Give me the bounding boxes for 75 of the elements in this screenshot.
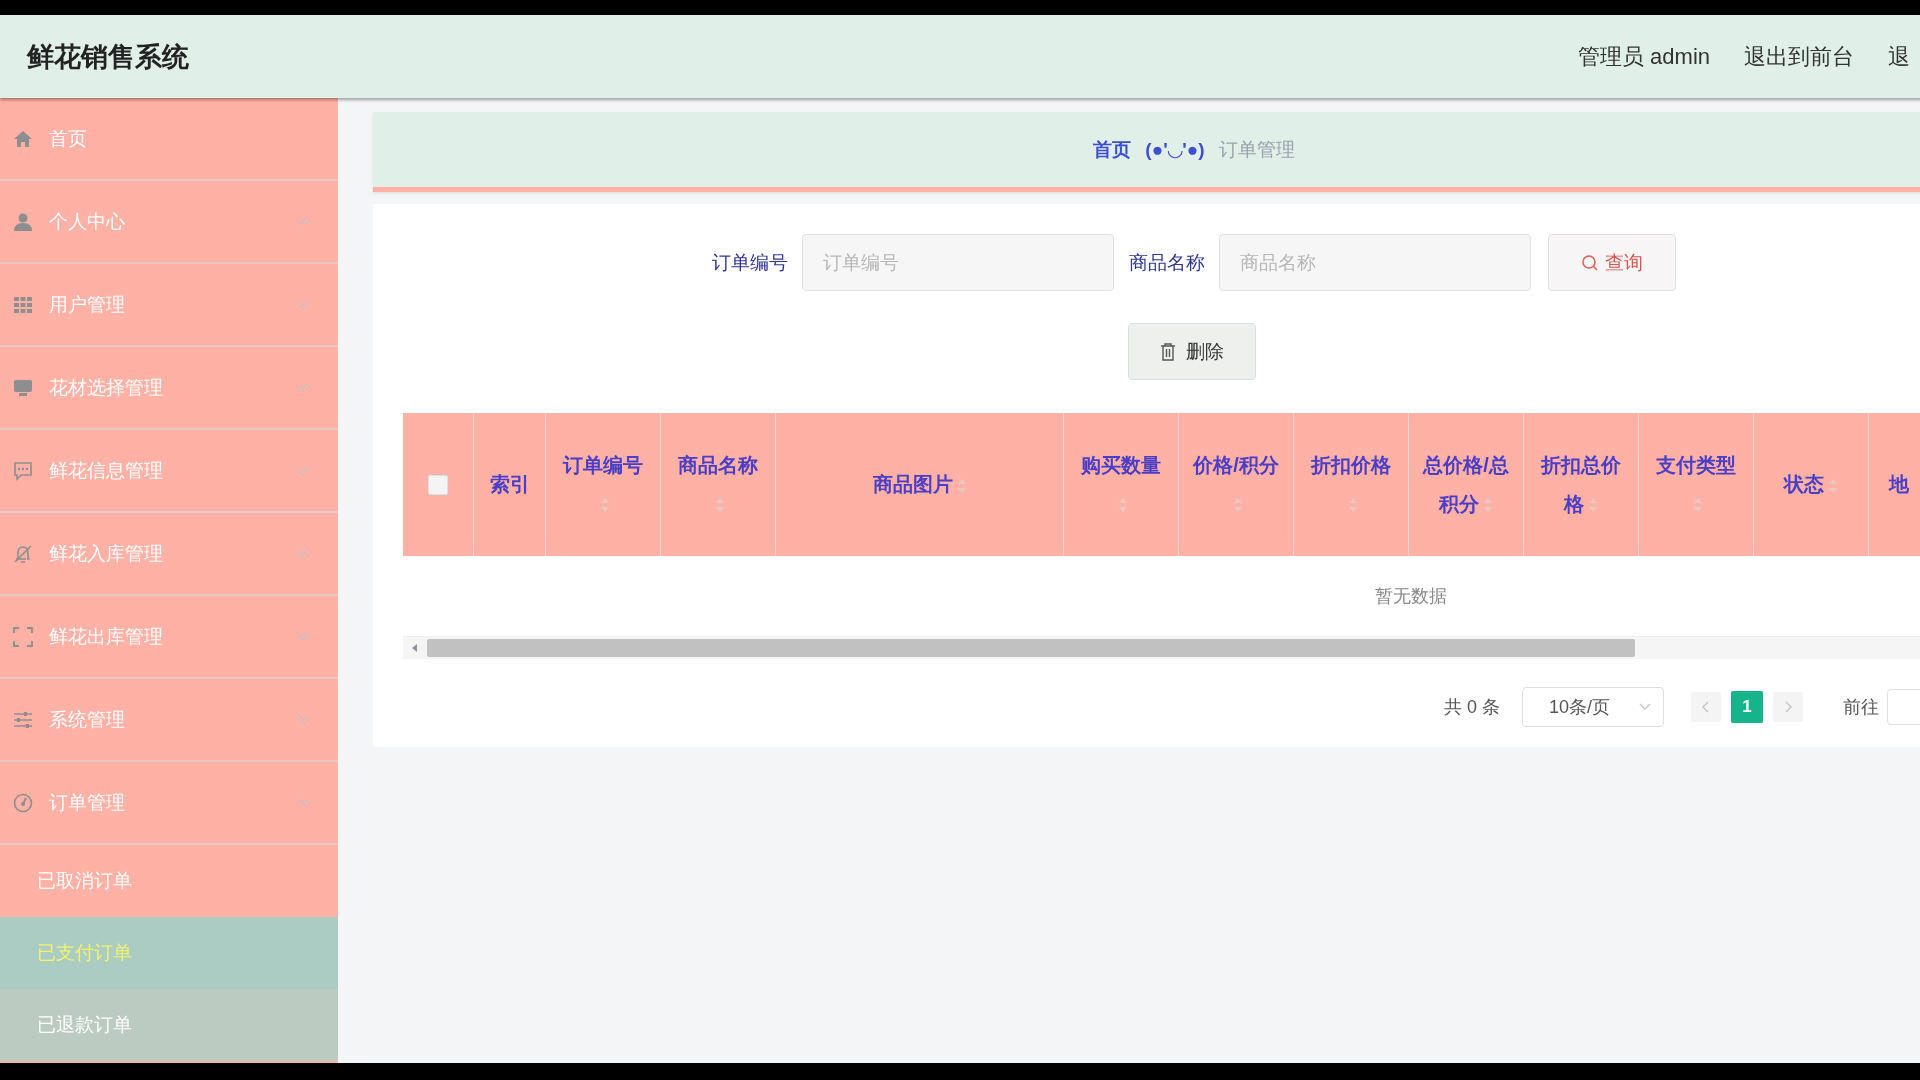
gauge-icon (13, 792, 33, 813)
jump-label: 前往 (1843, 696, 1879, 719)
column-header[interactable]: 总价格/总积分 (1422, 445, 1510, 524)
total-count: 共 0 条 (1444, 696, 1500, 719)
header-link[interactable]: 退 (1888, 41, 1911, 72)
sort-icon (1483, 497, 1493, 514)
column-header[interactable]: 地 (1889, 465, 1909, 504)
menu-label: 鲜花信息管理 (49, 458, 164, 483)
menu-label: 系统管理 (49, 707, 126, 732)
header-link[interactable]: 管理员 admin (1578, 41, 1711, 72)
page-number[interactable]: 1 (1731, 691, 1763, 723)
field-label: 商品名称 (1129, 250, 1205, 275)
scrollbar[interactable] (403, 637, 1920, 659)
page-size-select[interactable]: 10条/页 (1522, 687, 1664, 727)
sort-icon (1588, 497, 1598, 514)
sort-icon (715, 497, 725, 514)
sort-icon (1828, 477, 1838, 494)
scrollbar-thumb[interactable] (427, 639, 1635, 657)
column-header[interactable]: 商品图片 (872, 465, 967, 504)
column-header[interactable]: 订单编号 (559, 445, 647, 524)
user-icon (13, 211, 33, 232)
sort-icon (1348, 497, 1358, 514)
grid-icon (13, 294, 33, 315)
select-all-checkbox[interactable] (428, 474, 448, 495)
app-title: 鲜花销售系统 (27, 40, 189, 74)
chevron-up-icon (296, 797, 310, 808)
breadcrumb-current: 订单管理 (1218, 137, 1295, 162)
chevron-down-icon (296, 465, 310, 476)
column-header[interactable]: 状态 (1784, 465, 1838, 504)
column-header[interactable]: 索引 (489, 465, 530, 504)
sliders-icon (13, 709, 33, 730)
chevron-down-icon (296, 631, 310, 642)
menu-label: 花材选择管理 (49, 375, 164, 400)
home-icon (13, 128, 33, 149)
chevron-left-icon (1702, 701, 1710, 713)
column-header[interactable]: 商品名称 (674, 445, 762, 524)
column-header[interactable]: 折扣总价格 (1537, 445, 1625, 524)
menu-label: 首页 (49, 126, 88, 151)
chevron-down-icon (1639, 703, 1651, 711)
chevron-down-icon (296, 548, 310, 559)
monitor-icon (13, 377, 33, 398)
field-label: 订单编号 (712, 250, 788, 275)
trash-icon (1159, 342, 1176, 361)
breadcrumb-link[interactable]: 首页 (1093, 136, 1132, 163)
sort-icon (956, 477, 967, 494)
sort-icon (1233, 497, 1243, 514)
breadcrumb-separator: (●'◡'●) (1145, 138, 1205, 161)
scan-icon (13, 626, 33, 647)
bell-off-icon (13, 543, 33, 564)
column-header[interactable]: 支付类型 (1652, 445, 1740, 524)
menu-label: 订单管理 (49, 790, 126, 815)
sort-icon (600, 497, 610, 514)
chevron-down-icon (296, 216, 310, 227)
empty-message: 暂无数据 (1375, 585, 1447, 608)
column-header[interactable]: 价格/积分 (1192, 445, 1280, 524)
header-link[interactable]: 退出到前台 (1744, 41, 1855, 72)
chevron-down-icon (296, 299, 310, 310)
scroll-left-icon (411, 643, 419, 653)
chat-icon (13, 460, 33, 481)
search-button[interactable]: 查询 (1548, 234, 1676, 291)
search-field[interactable]: 商品名称 (1219, 234, 1531, 291)
menu-label: 用户管理 (49, 292, 126, 317)
menu-label: 个人中心 (49, 209, 126, 234)
search-field[interactable]: 订单编号 (802, 234, 1114, 291)
sort-icon (1118, 497, 1128, 514)
column-header[interactable]: 购买数量 (1077, 445, 1165, 524)
menu-label: 鲜花入库管理 (49, 541, 164, 566)
column-header[interactable]: 折扣价格 (1307, 445, 1395, 524)
search-icon (1581, 253, 1599, 272)
sort-icon (1693, 497, 1703, 514)
chevron-right-icon (1784, 701, 1792, 713)
menu-label: 鲜花出库管理 (49, 624, 164, 649)
delete-button[interactable]: 删除 (1127, 323, 1256, 380)
chevron-down-icon (296, 714, 310, 725)
chevron-down-icon (296, 382, 310, 393)
